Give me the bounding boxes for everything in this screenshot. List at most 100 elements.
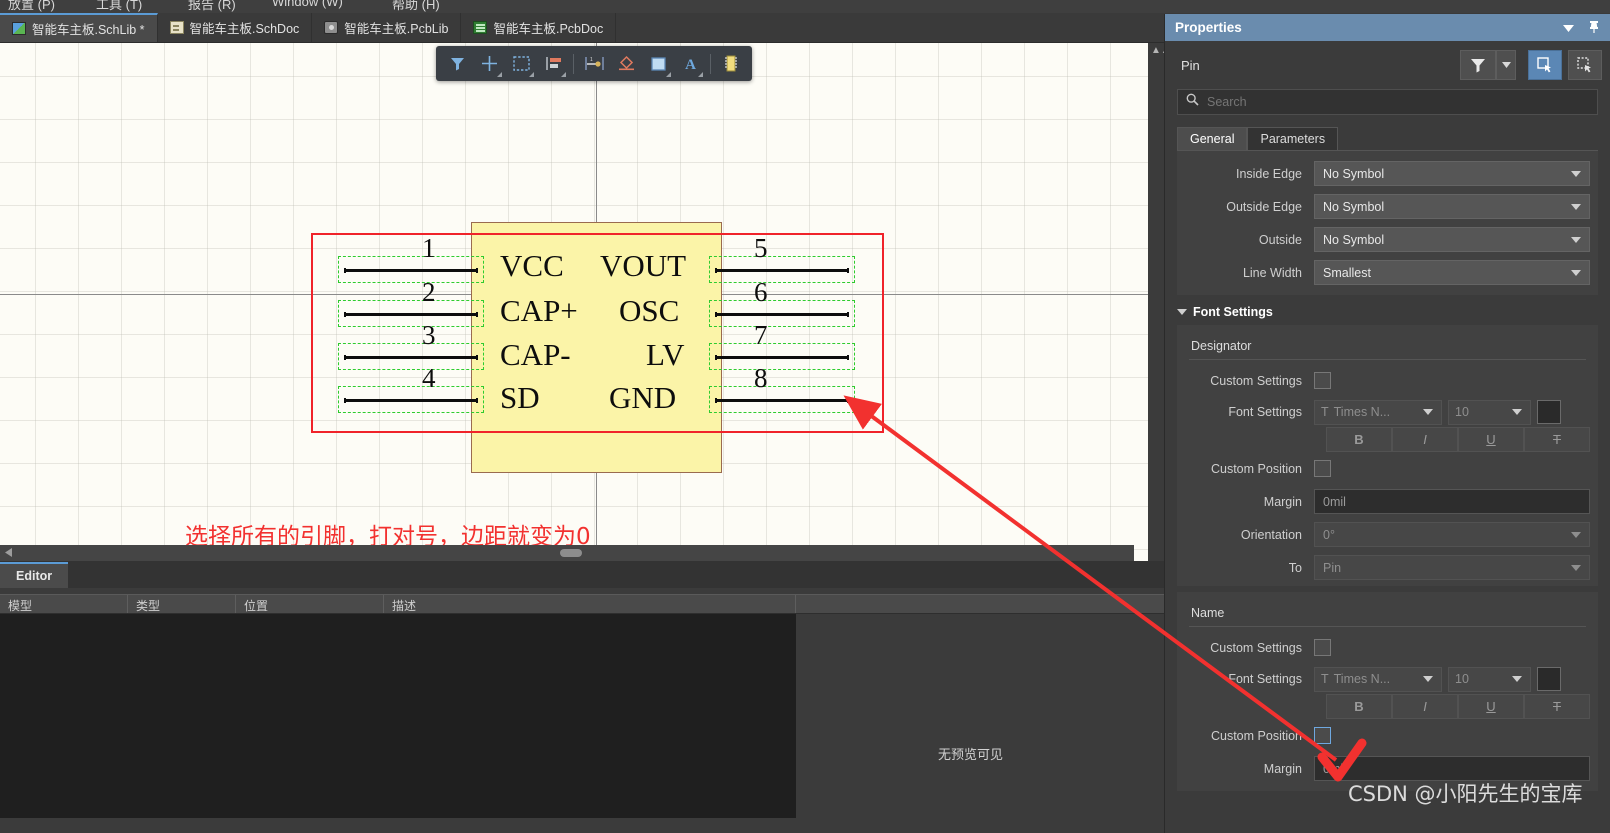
designator-bold-button[interactable]: B <box>1326 427 1392 452</box>
column-header-model[interactable]: 模型 <box>0 595 128 613</box>
checkbox-designator-custom-settings[interactable] <box>1314 372 1331 389</box>
column-header-description[interactable]: 描述 <box>384 595 796 613</box>
tab-pcblib-label: 智能车主板.PcbLib <box>344 22 449 36</box>
menu-item-help[interactable]: 帮助 (H) <box>392 0 440 13</box>
name-font-color-swatch[interactable] <box>1537 667 1561 691</box>
designator-custom-position-row: Custom Position <box>1177 452 1598 485</box>
name-strikethrough-button[interactable]: T <box>1524 694 1590 719</box>
bottom-panel: Editor 模型 类型 位置 描述 <box>0 561 1164 833</box>
pin-number-1: 1 <box>422 233 436 263</box>
select-all-button[interactable] <box>1528 50 1562 80</box>
designator-to-row: To Pin <box>1177 551 1598 584</box>
column-header-location[interactable]: 位置 <box>236 595 384 613</box>
align-icon[interactable] <box>538 49 568 78</box>
place-rectangle-icon[interactable] <box>643 49 673 78</box>
filter-button[interactable] <box>1460 50 1496 80</box>
chevron-down-icon <box>1571 564 1581 571</box>
place-pin-icon[interactable]: 1 <box>579 49 609 78</box>
label-name-font-settings: Font Settings <box>1228 672 1302 686</box>
menu-item-place[interactable]: 放置 (P) <box>8 0 55 13</box>
horizontal-scroll-thumb[interactable] <box>560 549 582 557</box>
name-font-style-buttons: B I U T <box>1177 694 1598 719</box>
crosshair-icon[interactable] <box>474 49 504 78</box>
name-italic-button[interactable]: I <box>1392 694 1458 719</box>
scroll-left-arrow-icon[interactable] <box>5 544 12 562</box>
select-designator-font-size[interactable]: 10 <box>1448 399 1531 425</box>
canvas-horizontal-scrollbar[interactable] <box>0 545 1134 561</box>
pin-number-4: 4 <box>422 363 436 393</box>
designator-font-row: Font Settings T Times N... 10 <box>1177 397 1598 427</box>
tab-schlib[interactable]: 智能车主板.SchLib * <box>0 13 158 42</box>
value-designator-font-name: Times N... <box>1333 405 1391 419</box>
chevron-down-icon <box>1571 269 1581 276</box>
pin-name-osc: OSC <box>619 293 680 328</box>
select-line-width[interactable]: Smallest <box>1314 260 1590 285</box>
pin-wire-5[interactable] <box>715 268 849 273</box>
select-designator-to[interactable]: Pin <box>1314 555 1590 580</box>
tab-pcbdoc[interactable]: 智能车主板.PcbDoc <box>461 13 617 42</box>
field-inside-edge: Inside Edge No Symbol <box>1177 157 1598 190</box>
label-designator-custom-settings: Custom Settings <box>1210 373 1302 388</box>
name-underline-button[interactable]: U <box>1458 694 1524 719</box>
deselect-button[interactable] <box>1568 50 1602 80</box>
place-component-icon[interactable] <box>716 49 746 78</box>
select-name-font-name[interactable]: T Times N... <box>1314 666 1442 692</box>
menu-item-window[interactable]: Window (W) <box>272 0 343 9</box>
tab-editor[interactable]: Editor <box>0 562 69 588</box>
pin-wire-2[interactable] <box>344 312 478 317</box>
pin-wire-1[interactable] <box>344 268 478 273</box>
tab-schdoc[interactable]: 智能车主板.SchDoc <box>158 13 313 42</box>
select-outside-edge[interactable]: No Symbol <box>1314 194 1590 219</box>
checkbox-name-custom-settings[interactable] <box>1314 639 1331 656</box>
pcblib-icon <box>324 21 339 34</box>
model-table-body[interactable] <box>0 614 796 818</box>
select-inside-edge[interactable]: No Symbol <box>1314 161 1590 186</box>
properties-panel-title: Properties <box>1175 20 1242 35</box>
column-header-type[interactable]: 类型 <box>128 595 236 613</box>
tab-pcblib[interactable]: 智能车主板.PcbLib <box>312 13 462 42</box>
name-bold-button[interactable]: B <box>1326 694 1392 719</box>
pin-wire-6[interactable] <box>715 312 849 317</box>
properties-search-bar[interactable] <box>1177 89 1598 115</box>
designator-font-color-swatch[interactable] <box>1537 400 1561 424</box>
pin-wire-3[interactable] <box>344 355 478 360</box>
select-designator-font-name[interactable]: T Times N... <box>1314 399 1442 425</box>
pin-wire-8[interactable] <box>715 398 849 403</box>
schematic-canvas[interactable]: 1 A VCC CAP+ CAP- SD VOUT OSC LV GND 1 2… <box>0 43 1148 561</box>
pin-wire-4[interactable] <box>344 398 478 403</box>
pin-wire-7[interactable] <box>715 355 849 360</box>
checkbox-name-custom-position[interactable] <box>1314 727 1331 744</box>
pin-number-3: 3 <box>422 320 436 350</box>
menu-item-report[interactable]: 报告 (R) <box>188 0 236 13</box>
filter-icon[interactable] <box>442 49 472 78</box>
select-designator-orientation[interactable]: 0° <box>1314 522 1590 547</box>
designator-underline-button[interactable]: U <box>1458 427 1524 452</box>
properties-object-row: Pin <box>1165 41 1610 89</box>
name-font-row: Font Settings T Times N... 10 <box>1177 664 1598 694</box>
place-polygon-icon[interactable] <box>611 49 641 78</box>
filter-dropdown-button[interactable] <box>1496 50 1516 80</box>
tab-general[interactable]: General <box>1177 127 1248 150</box>
select-name-font-size[interactable]: 10 <box>1448 666 1531 692</box>
designator-custom-settings-row: Custom Settings <box>1177 364 1598 397</box>
selection-rect-icon[interactable] <box>506 49 536 78</box>
tab-parameters[interactable]: Parameters <box>1247 127 1339 150</box>
select-outside[interactable]: No Symbol <box>1314 227 1590 252</box>
pin-name-lv: LV <box>646 337 685 372</box>
search-input[interactable] <box>1207 95 1589 109</box>
checkbox-designator-custom-position[interactable] <box>1314 460 1331 477</box>
chevron-down-icon <box>1423 676 1433 682</box>
designator-strikethrough-button[interactable]: T <box>1524 427 1590 452</box>
divider <box>1189 626 1586 627</box>
menu-item-tools[interactable]: 工具 (T) <box>96 0 142 13</box>
font-settings-section-header[interactable]: Font Settings <box>1165 295 1610 325</box>
place-text-icon[interactable]: A <box>675 49 705 78</box>
panel-menu-chevron-icon[interactable] <box>1563 20 1574 35</box>
designator-italic-button[interactable]: I <box>1392 427 1458 452</box>
pin-number-7: 7 <box>754 320 768 350</box>
field-outside: Outside No Symbol <box>1177 223 1598 256</box>
pin-panel-icon[interactable] <box>1588 20 1600 36</box>
input-designator-margin[interactable]: 0mil <box>1314 489 1590 514</box>
properties-panel-header: Properties <box>1165 14 1610 41</box>
general-settings-group: Inside Edge No Symbol Outside Edge No Sy… <box>1177 151 1598 295</box>
